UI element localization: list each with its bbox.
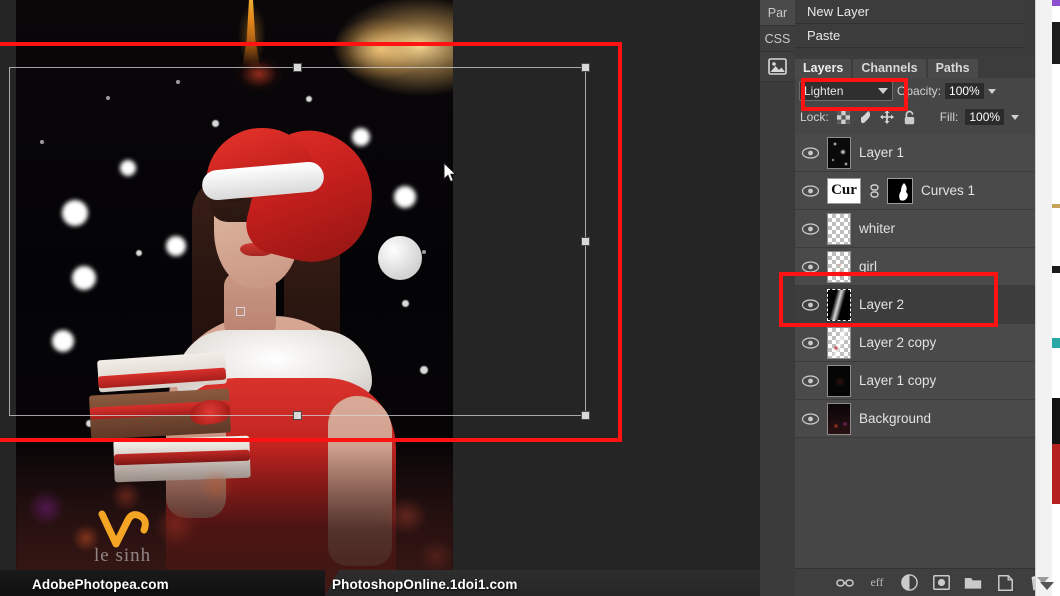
menu-item-new-layer[interactable]: New Layer	[795, 0, 1025, 24]
tab-paths[interactable]: Paths	[927, 59, 978, 78]
layer-row-layer-1-copy[interactable]: Layer 1 copy	[795, 362, 1060, 400]
eye-icon[interactable]	[801, 334, 819, 352]
lock-all-icon[interactable]	[902, 110, 917, 125]
transform-handle-top-middle[interactable]	[293, 63, 302, 72]
layer-name: Curves 1	[921, 183, 976, 198]
checkerboard-lock-icon[interactable]	[836, 110, 851, 125]
layer-mask-icon[interactable]	[932, 574, 950, 592]
new-group-icon[interactable]	[964, 574, 982, 592]
edge-swatch-2	[1052, 22, 1060, 64]
le-sinh-logo-icon	[98, 510, 149, 548]
brush-lock-icon[interactable]	[858, 110, 873, 125]
panel-rail: Par CSS	[760, 0, 795, 596]
panel-tabs[interactable]: Layers Channels Paths	[795, 56, 1060, 78]
chevron-down-icon	[878, 88, 888, 94]
new-layer-icon[interactable]	[996, 574, 1014, 592]
fill-chevron-down-icon[interactable]	[1011, 114, 1020, 120]
layer-thumbnail[interactable]	[827, 136, 851, 169]
move-lock-icon[interactable]	[880, 110, 895, 125]
layer-thumbnail-curves[interactable]: Cur	[827, 177, 861, 204]
eye-icon[interactable]	[801, 144, 819, 162]
fill-label: Fill:	[939, 110, 959, 124]
edge-swatch-5	[1052, 338, 1060, 348]
layer-row-whiter[interactable]: whiter	[795, 210, 1060, 248]
layer-thumbnail[interactable]	[827, 212, 851, 245]
layer-name: Background	[859, 411, 932, 426]
mask-link-icon[interactable]	[869, 183, 879, 198]
layer-name: girl	[859, 259, 878, 274]
layer-name: Layer 2	[859, 297, 905, 312]
transform-bounding-box[interactable]	[9, 63, 590, 420]
edge-swatch-4	[1052, 266, 1060, 273]
menu-item-paste[interactable]: Paste	[795, 24, 1025, 48]
blend-mode-select[interactable]: Lighten	[799, 81, 893, 101]
transform-handle-bottom-middle[interactable]	[293, 411, 302, 420]
layer-thumbnail-selected[interactable]	[826, 287, 852, 322]
lock-row: Lock: Fill: 100%	[795, 104, 1060, 130]
layer-name: whiter	[859, 221, 896, 236]
transform-handle-right-middle[interactable]	[581, 237, 590, 246]
link-layers-icon[interactable]	[836, 574, 854, 592]
layer-context-menu[interactable]: New Layer Paste	[795, 0, 1025, 48]
eye-icon[interactable]	[801, 296, 819, 314]
layer-thumbnail[interactable]	[827, 402, 851, 435]
layers-panel-toolbar: eff	[795, 568, 1060, 596]
edge-swatch-3	[1052, 204, 1060, 208]
blend-mode-row: Lighten Opacity: 100%	[795, 78, 1060, 104]
eye-icon[interactable]	[801, 258, 819, 276]
eye-icon[interactable]	[801, 410, 819, 428]
transform-handle-top-right[interactable]	[581, 63, 590, 72]
layers-panel: Layers Channels Paths Lighten Opacity: 1…	[795, 56, 1060, 596]
blend-mode-value: Lighten	[804, 84, 844, 98]
watermark-bar: AdobePhotopea.com PhotoshopOnline.1doi1.…	[0, 570, 760, 596]
adjustment-layer-icon[interactable]	[900, 574, 918, 592]
rail-tab-css[interactable]: CSS	[760, 26, 795, 52]
layer-name: Layer 1 copy	[859, 373, 937, 388]
photopea-app: le sinh AdobePhotopea.com PhotoshopOnlin…	[0, 0, 1060, 596]
page-edge-content	[1052, 0, 1060, 596]
layer-thumbnail[interactable]	[827, 326, 851, 359]
edge-swatch-7	[1052, 444, 1060, 504]
layer-row-layer-2-copy[interactable]: Layer 2 copy	[795, 324, 1060, 362]
layer-row-girl[interactable]: girl	[795, 248, 1060, 286]
watermark-photoshoponline: PhotoshopOnline.1doi1.com	[332, 577, 518, 592]
layer-name: Layer 1	[859, 145, 905, 160]
canvas-area[interactable]: le sinh AdobePhotopea.com PhotoshopOnlin…	[0, 0, 760, 596]
layer-row-layer-1[interactable]: Layer 1	[795, 134, 1060, 172]
edge-swatch-6	[1052, 398, 1060, 444]
transform-handle-bottom-right[interactable]	[581, 411, 590, 420]
layer-row-curves-1[interactable]: Cur Curves 1	[795, 172, 1060, 210]
scrollbar-down-arrow[interactable]	[1040, 582, 1054, 590]
opacity-chevron-down-icon[interactable]	[987, 88, 996, 94]
tab-channels[interactable]: Channels	[853, 59, 926, 78]
tab-layers[interactable]: Layers	[795, 59, 852, 78]
logo-text: le sinh	[94, 545, 152, 566]
lock-label: Lock:	[800, 110, 829, 124]
eye-icon[interactable]	[801, 182, 819, 200]
eye-icon[interactable]	[801, 220, 819, 238]
layer-list[interactable]: Layer 1 Cur Curves 1 whiter girl Layer 2…	[795, 134, 1060, 568]
layer-thumbnail[interactable]	[827, 364, 851, 397]
layer-name: Layer 2 copy	[859, 335, 937, 350]
rail-tab-paragraph[interactable]: Par	[760, 0, 795, 26]
layer-thumbnail[interactable]	[827, 250, 851, 283]
layer-effects-icon[interactable]: eff	[868, 574, 886, 592]
edge-swatch-1	[1052, 0, 1060, 6]
fill-value[interactable]: 100%	[965, 109, 1005, 125]
layer-mask-thumbnail[interactable]	[887, 177, 913, 204]
image-icon[interactable]	[760, 52, 795, 82]
mouse-cursor	[443, 162, 457, 183]
opacity-value[interactable]: 100%	[945, 83, 984, 99]
eye-icon[interactable]	[801, 372, 819, 390]
layer-row-background[interactable]: Background	[795, 400, 1060, 438]
right-dock: Par CSS New Layer Paste Nsinh Layers Cha…	[760, 0, 1060, 596]
transform-handle-center[interactable]	[236, 307, 245, 316]
watermark-adobephotopea: AdobePhotopea.com	[32, 577, 169, 592]
layer-row-layer-2[interactable]: Layer 2	[795, 286, 1060, 324]
opacity-label: Opacity:	[897, 84, 942, 98]
